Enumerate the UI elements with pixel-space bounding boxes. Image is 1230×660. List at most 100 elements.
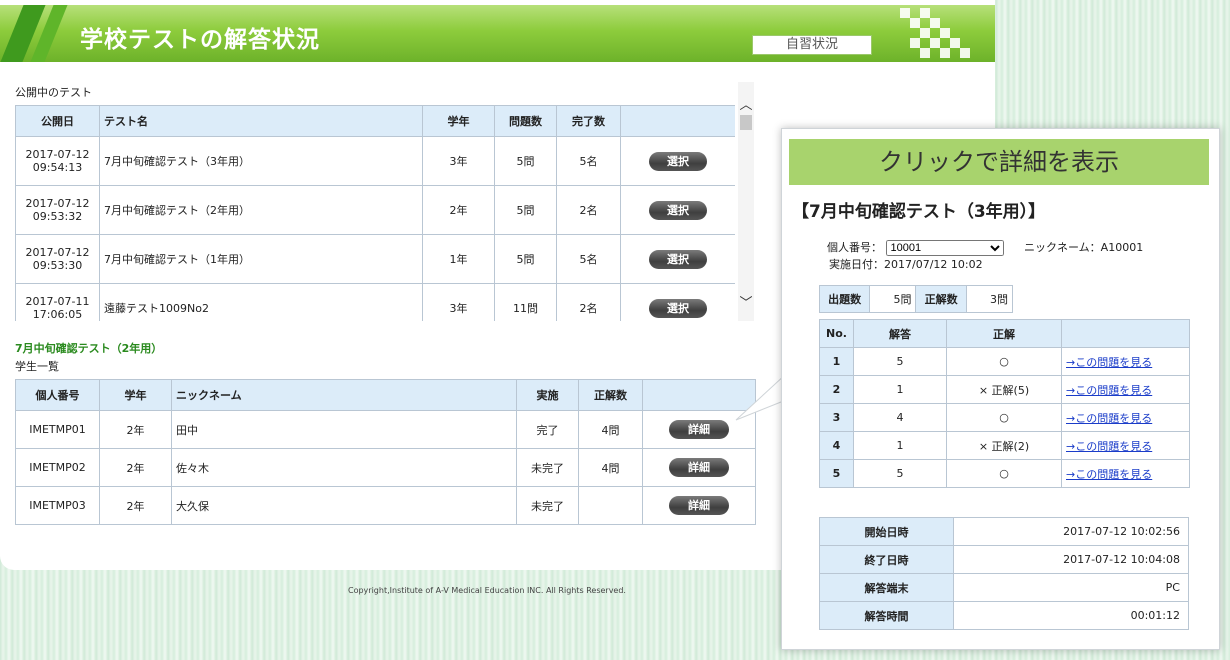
answer-value: 1: [853, 431, 947, 460]
selected-test-title: 7月中旬確認テスト（2年用）: [15, 342, 163, 355]
questions-label: 出題数: [818, 285, 871, 313]
action-cell: 詳細: [642, 448, 756, 487]
action-cell: 選択: [620, 185, 735, 235]
view-question-link[interactable]: →この問題を見る: [1066, 468, 1152, 481]
table-row: IMETMP02 2年 佐々木 未完了 4問 詳細: [15, 448, 756, 487]
action-cell: 選択: [620, 283, 735, 321]
popup-test-title: 【7月中旬確認テスト（3年用）】: [792, 202, 1046, 222]
col-header-correct: 正解数: [578, 379, 643, 411]
id-row: 個人番号： 10001: [827, 239, 1004, 256]
test-grade: 2年: [422, 185, 495, 235]
test-date: 2017-07-12: [25, 246, 90, 259]
students-section-label: 学生一覧: [15, 360, 59, 373]
student-grade: 2年: [99, 410, 172, 449]
test-completed: 2名: [556, 185, 621, 235]
student-id: IMETMP03: [15, 486, 100, 525]
date-label: 実施日付：: [829, 258, 884, 271]
student-correct: [578, 486, 643, 525]
detail-button[interactable]: 詳細: [669, 496, 729, 515]
col-header-date: 公開日: [15, 105, 100, 137]
detail-button[interactable]: 詳細: [669, 420, 729, 439]
col-header-action: [620, 105, 735, 137]
test-name: 7月中旬確認テスト（1年用）: [99, 234, 423, 284]
duration-value: 00:01:12: [953, 601, 1189, 630]
table-row: 3 4 ○ →この問題を見る: [819, 403, 1190, 432]
table-row: 2017-07-12 09:54:13 7月中旬確認テスト（3年用） 3年 5問 …: [15, 136, 735, 186]
col-header-link: [1061, 319, 1190, 348]
table-row: 開始日時 2017-07-12 10:02:56: [819, 517, 1189, 546]
select-button[interactable]: 選択: [649, 151, 707, 171]
select-button[interactable]: 選択: [649, 249, 707, 269]
table-row: 4 1 × 正解(2) →この問題を見る: [819, 431, 1190, 460]
popup-header: クリックで詳細を表示: [789, 139, 1209, 185]
end-time-value: 2017-07-12 10:04:08: [953, 545, 1189, 574]
view-question-link[interactable]: →この問題を見る: [1066, 440, 1152, 453]
test-date-cell: 2017-07-12 09:53:32: [15, 185, 100, 235]
answer-correct: ○: [946, 347, 1062, 376]
callout-pointer-icon: [735, 372, 787, 421]
student-id-select[interactable]: 10001: [885, 240, 1004, 256]
student-status: 未完了: [516, 486, 579, 525]
view-question-cell: →この問題を見る: [1061, 459, 1190, 488]
answer-correct: × 正解(2): [946, 431, 1062, 460]
answer-correct: ○: [946, 459, 1062, 488]
chevron-down-icon[interactable]: ﹀: [738, 292, 754, 311]
test-time: 09:53:32: [32, 210, 83, 223]
test-date: 2017-07-12: [25, 148, 90, 161]
table-row: 2017-07-12 09:53:30 7月中旬確認テスト（1年用） 1年 5問 …: [15, 234, 735, 284]
col-header-correct: 正解: [946, 319, 1062, 348]
student-correct: 4問: [578, 448, 643, 487]
table-row: IMETMP03 2年 大久保 未完了 詳細: [15, 486, 756, 525]
tests-scroll-area[interactable]: 公開日 テスト名 学年 問題数 完了数 2017-07-12 09:54:13 7…: [15, 105, 735, 321]
test-date-cell: 2017-07-12 09:54:13: [15, 136, 100, 186]
tests-scrollbar[interactable]: ︿ ﹀: [738, 82, 754, 321]
correct-label: 正解数: [915, 285, 967, 313]
self-study-button[interactable]: 自習状況: [752, 35, 872, 55]
view-question-cell: →この問題を見る: [1061, 431, 1190, 460]
student-grade: 2年: [99, 486, 172, 525]
table-row: 2 1 × 正解(5) →この問題を見る: [819, 375, 1190, 404]
start-time-label: 開始日時: [819, 517, 954, 546]
col-header-id: 個人番号: [15, 379, 100, 411]
view-question-link[interactable]: →この問題を見る: [1066, 384, 1152, 397]
scrollbar-thumb[interactable]: [740, 115, 752, 130]
detail-button[interactable]: 詳細: [669, 458, 729, 477]
col-header-no: No.: [819, 319, 854, 348]
test-grade: 3年: [422, 283, 495, 321]
chevron-up-icon[interactable]: ︿: [738, 94, 754, 113]
date-row: 実施日付：2017/07/12 10:02: [829, 256, 983, 272]
test-name: 7月中旬確認テスト（2年用）: [99, 185, 423, 235]
student-correct: 4問: [578, 410, 643, 449]
answer-no: 4: [819, 431, 854, 460]
col-header-grade: 学年: [422, 105, 495, 137]
select-button[interactable]: 選択: [649, 298, 707, 318]
test-questions: 5問: [494, 234, 557, 284]
page-title: 学校テストの解答状況: [80, 27, 320, 53]
action-cell: 詳細: [642, 486, 756, 525]
col-header-status: 実施: [516, 379, 579, 411]
answer-no: 3: [819, 403, 854, 432]
answers-header-row: No. 解答 正解: [819, 319, 1190, 348]
nickname-row: ニックネーム：A10001: [1024, 239, 1143, 255]
table-row: 解答時間 00:01:12: [819, 601, 1189, 630]
col-header-completed: 完了数: [556, 105, 621, 137]
table-row: 2017-07-12 09:53:32 7月中旬確認テスト（2年用） 2年 5問 …: [15, 185, 735, 235]
student-grade: 2年: [99, 448, 172, 487]
answer-correct: ○: [946, 403, 1062, 432]
questions-value: 5問: [869, 285, 917, 313]
test-date: 2017-07-11: [25, 295, 90, 308]
view-question-link[interactable]: →この問題を見る: [1066, 412, 1152, 425]
select-button[interactable]: 選択: [649, 200, 707, 220]
col-header-answer: 解答: [853, 319, 947, 348]
detail-popup: クリックで詳細を表示 【7月中旬確認テスト（3年用）】 個人番号： 10001 …: [781, 128, 1220, 650]
test-time: 09:53:30: [32, 259, 83, 272]
test-questions: 5問: [494, 136, 557, 186]
test-time: 09:54:13: [32, 161, 83, 174]
test-completed: 5名: [556, 234, 621, 284]
attempt-info-table: 開始日時 2017-07-12 10:02:56 終了日時 2017-07-12…: [819, 517, 1189, 630]
tests-table: 公開日 テスト名 学年 問題数 完了数 2017-07-12 09:54:13 7…: [15, 105, 735, 321]
start-time-value: 2017-07-12 10:02:56: [953, 517, 1189, 546]
answer-value: 5: [853, 347, 947, 376]
view-question-link[interactable]: →この問題を見る: [1066, 356, 1152, 369]
checker-decoration-icon: [900, 8, 980, 58]
